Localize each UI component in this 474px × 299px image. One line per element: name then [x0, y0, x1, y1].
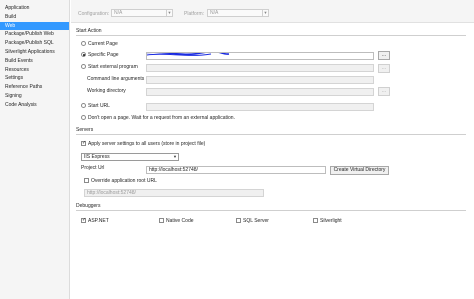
dont-open-page-label: Don't open a page. Wait for a request fr… [88, 115, 235, 121]
debugger-silverlight-label: Silverlight [320, 218, 342, 224]
start-external-program-radio[interactable]: Start external program [81, 64, 138, 71]
checkbox-icon [159, 218, 164, 223]
sidebar-item-settings[interactable]: Settings [0, 74, 69, 83]
checkbox-icon [236, 218, 241, 223]
override-root-url-input[interactable]: http://localhost:52748/ [84, 189, 264, 197]
checkbox-checked-icon [81, 217, 86, 224]
debugger-native-code-label: Native Code [166, 218, 194, 224]
override-root-url-label: Override application root URL [91, 178, 157, 184]
checkbox-icon [84, 178, 89, 183]
project-url-value: http://localhost:52748/ [149, 167, 198, 173]
checkbox-icon [313, 218, 318, 223]
debuggers-header: Debuggers [76, 202, 466, 211]
web-properties-page: Configuration: N/A ▼ Platform: N/A ▼ Sta… [71, 0, 474, 299]
sidebar-item-package-publish-sql[interactable]: Package/Publish SQL [0, 39, 69, 48]
command-line-arguments-input[interactable] [146, 76, 374, 84]
current-page-label: Current Page [88, 41, 118, 47]
platform-value: N/A [210, 10, 219, 16]
debugger-aspnet-label: ASP.NET [88, 218, 109, 224]
working-directory-input[interactable] [146, 88, 374, 96]
debugger-aspnet-checkbox[interactable]: ASP.NET [81, 217, 109, 225]
radio-selected-icon [81, 52, 86, 57]
radio-icon [81, 103, 86, 108]
project-url-label: Project Url [81, 165, 105, 171]
start-url-input[interactable] [146, 103, 374, 111]
chevron-down-icon: ▼ [173, 154, 177, 159]
external-program-browse-button[interactable]: ... [378, 64, 390, 73]
checkbox-checked-icon [81, 140, 86, 147]
sidebar-item-build-events[interactable]: Build Events [0, 57, 69, 66]
radio-icon [81, 41, 86, 46]
apply-all-users-label: Apply server settings to all users (stor… [88, 141, 206, 147]
override-root-url-checkbox[interactable]: Override application root URL [84, 178, 157, 185]
radio-icon [81, 64, 86, 69]
debugger-sql-server-checkbox[interactable]: SQL Server [236, 218, 269, 225]
debugger-native-code-checkbox[interactable]: Native Code [159, 218, 194, 225]
server-type-select[interactable]: IIS Express ▼ [81, 153, 179, 161]
start-action-header: Start Action [76, 27, 466, 36]
external-program-input[interactable] [146, 64, 374, 72]
sidebar-item-signing[interactable]: Signing [0, 92, 69, 101]
specific-page-input[interactable] [146, 52, 374, 60]
command-line-arguments-label: Command line arguments [87, 76, 145, 82]
working-directory-browse-button[interactable]: ... [378, 87, 390, 96]
current-page-radio[interactable]: Current Page [81, 41, 118, 48]
start-external-program-label: Start external program [88, 64, 138, 70]
specific-page-radio[interactable]: Specific Page [81, 52, 119, 59]
radio-icon [81, 115, 86, 120]
server-type-value: IIS Express [84, 154, 110, 160]
servers-header: Servers [76, 126, 466, 135]
configuration-value: N/A [114, 10, 123, 16]
sidebar-item-resources[interactable]: Resources [0, 66, 69, 75]
override-root-url-value: http://localhost:52748/ [87, 190, 136, 196]
debugger-silverlight-checkbox[interactable]: Silverlight [313, 218, 342, 225]
chevron-down-icon: ▼ [166, 10, 172, 16]
chevron-down-icon: ▼ [262, 10, 268, 16]
sidebar-item-application[interactable]: Application [0, 4, 69, 13]
platform-select[interactable]: N/A ▼ [207, 9, 269, 17]
start-url-radio[interactable]: Start URL [81, 103, 110, 110]
apply-all-users-checkbox[interactable]: Apply server settings to all users (stor… [81, 140, 206, 148]
configuration-select[interactable]: N/A ▼ [111, 9, 173, 17]
sidebar-item-code-analysis[interactable]: Code Analysis [0, 101, 69, 110]
configuration-label: Configuration: [78, 11, 110, 17]
start-url-label: Start URL [88, 103, 110, 109]
specific-page-label: Specific Page [88, 52, 119, 58]
sidebar-item-web[interactable]: Web [0, 21, 69, 31]
dont-open-page-radio[interactable]: Don't open a page. Wait for a request fr… [81, 115, 235, 122]
redaction-scribble-icon [147, 53, 230, 56]
debugger-sql-server-label: SQL Server [243, 218, 269, 224]
configuration-bar: Configuration: N/A ▼ Platform: N/A ▼ [71, 0, 474, 23]
sidebar-item-silverlight-applications[interactable]: Silverlight Applications [0, 48, 69, 57]
project-url-input[interactable]: http://localhost:52748/ [146, 166, 326, 174]
platform-label: Platform: [184, 11, 205, 17]
sidebar-item-build[interactable]: Build [0, 13, 69, 22]
sidebar-item-package-publish-web[interactable]: Package/Publish Web [0, 30, 69, 39]
specific-page-browse-button[interactable]: ... [378, 51, 390, 60]
create-virtual-directory-button[interactable]: Create Virtual Directory [330, 166, 389, 175]
sidebar-item-reference-paths[interactable]: Reference Paths [0, 83, 69, 92]
working-directory-label: Working directory [87, 88, 126, 94]
project-properties-sidebar: Application Build Web Package/Publish We… [0, 0, 70, 299]
